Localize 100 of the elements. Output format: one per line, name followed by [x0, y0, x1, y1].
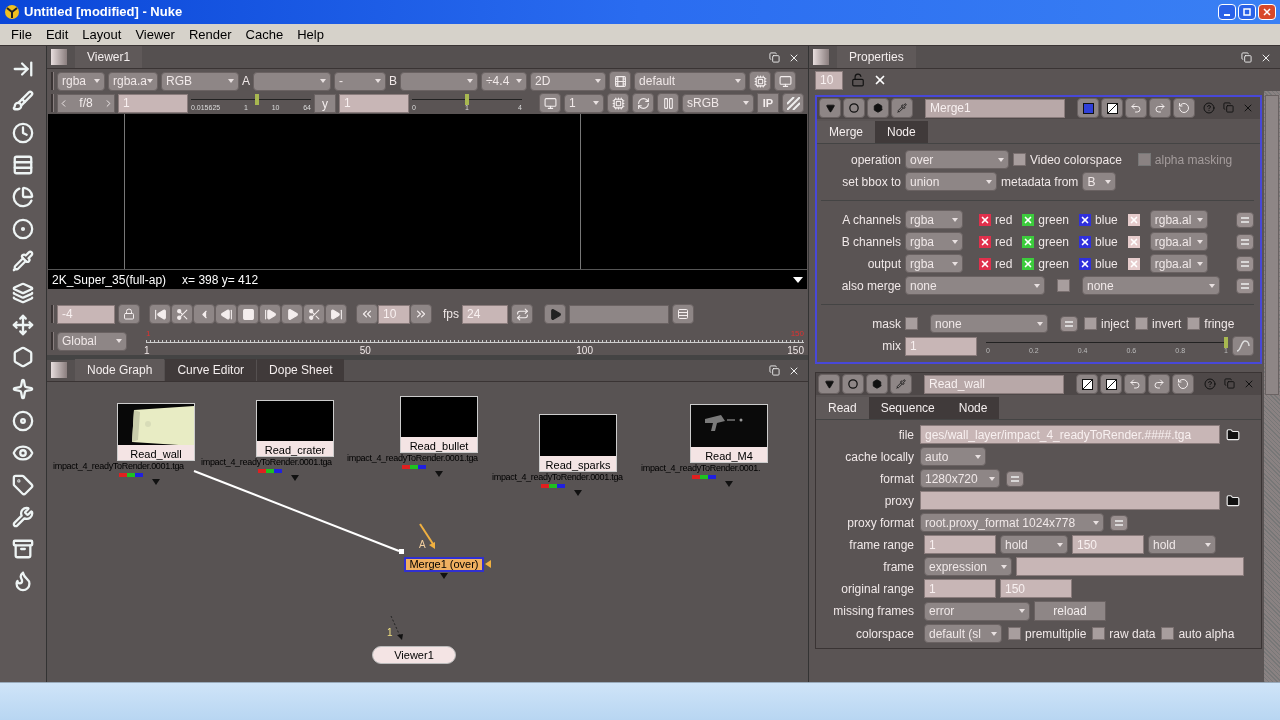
menu-item[interactable]: Render: [181, 24, 239, 45]
redo-button[interactable]: [1149, 98, 1171, 118]
roi-button[interactable]: [749, 71, 772, 91]
color-button[interactable]: [1077, 98, 1099, 118]
menu-item[interactable]: File: [4, 24, 39, 45]
prev-keyframe-button[interactable]: [171, 304, 193, 324]
sparkle-icon[interactable]: [12, 378, 34, 400]
pie-icon[interactable]: [12, 186, 34, 208]
dropdown[interactable]: B: [1082, 172, 1117, 191]
read-node[interactable]: Read_wall: [117, 403, 195, 461]
link-button[interactable]: [1236, 255, 1254, 272]
dropdown[interactable]: RGB: [161, 71, 239, 91]
undo-button[interactable]: [1125, 98, 1147, 118]
panel-handle-icon[interactable]: [51, 49, 67, 65]
dropdown[interactable]: error: [924, 601, 1030, 621]
layers-icon[interactable]: [12, 282, 34, 304]
move-icon[interactable]: [12, 314, 34, 336]
checkbox[interactable]: [1008, 627, 1021, 640]
next-keyframe-button[interactable]: [303, 304, 325, 324]
step-forward-button[interactable]: [259, 304, 281, 324]
checkbox[interactable]: [1161, 627, 1175, 640]
panel-handle-icon[interactable]: [51, 362, 67, 378]
dropdown[interactable]: -: [334, 71, 386, 91]
dropdown[interactable]: none: [905, 276, 1045, 295]
channel-checkbox[interactable]: [1079, 235, 1092, 248]
dropdown[interactable]: none: [930, 314, 1048, 333]
collapse-button[interactable]: [818, 374, 840, 394]
checkbox[interactable]: [1013, 153, 1026, 166]
dropdown[interactable]: 1: [564, 93, 604, 113]
dropdown[interactable]: union: [905, 172, 997, 191]
dropdown[interactable]: rgba: [905, 232, 963, 251]
checkbox[interactable]: [1187, 317, 1201, 330]
tab[interactable]: Node Graph: [75, 359, 165, 381]
panel-handle-icon[interactable]: [813, 49, 829, 65]
tab[interactable]: Sequence: [868, 397, 947, 419]
pipette-icon[interactable]: [12, 250, 34, 272]
tab[interactable]: Node: [946, 397, 1000, 419]
unlock-icon[interactable]: [851, 73, 865, 87]
tab[interactable]: Node: [875, 121, 928, 143]
proxy-button[interactable]: [539, 93, 561, 113]
settings-button[interactable]: [607, 93, 629, 113]
dropdown[interactable]: rgba.a: [108, 71, 158, 91]
ip-button[interactable]: IP: [757, 93, 779, 113]
dropdown[interactable]: 1280x720: [920, 469, 1000, 488]
channel-checkbox[interactable]: [1079, 257, 1092, 270]
channel-checkbox[interactable]: [979, 235, 991, 248]
input-field[interactable]: 10: [815, 70, 843, 90]
gain-button[interactable]: [609, 71, 632, 91]
input-field[interactable]: -4: [57, 304, 115, 324]
dropdown[interactable]: Global: [57, 331, 127, 351]
menu-caret-icon[interactable]: [793, 276, 803, 283]
view-node-button[interactable]: [843, 98, 865, 118]
folder-icon[interactable]: [1226, 493, 1240, 508]
dropdown[interactable]: hold: [1148, 535, 1216, 554]
checkbox[interactable]: [905, 317, 918, 330]
dropdown[interactable]: rgba: [905, 210, 963, 229]
link-button[interactable]: [1236, 233, 1254, 250]
channel-checkbox[interactable]: [1127, 235, 1140, 248]
view-node-button[interactable]: [842, 374, 864, 394]
fast-forward-button[interactable]: [410, 304, 432, 324]
input-field[interactable]: 1: [118, 93, 188, 113]
close-icon[interactable]: [1260, 52, 1272, 64]
tab[interactable]: Read: [816, 397, 869, 419]
input-field[interactable]: [920, 491, 1220, 510]
slider-thumb[interactable]: [1224, 337, 1228, 348]
color-button[interactable]: [1076, 374, 1098, 394]
dropdown[interactable]: rgba.al: [1149, 254, 1208, 273]
loop-button[interactable]: [511, 304, 533, 324]
link-button[interactable]: [1060, 315, 1078, 332]
input-field[interactable]: ges/wall_layer/impact_4_readyToRender.####.tga: [920, 425, 1220, 444]
dropdown[interactable]: rgba.al: [1149, 232, 1208, 251]
minimize-button[interactable]: [1218, 4, 1236, 20]
input-field[interactable]: 150: [1072, 535, 1144, 554]
dropdown[interactable]: sRGB: [682, 93, 754, 113]
plug-button[interactable]: [891, 98, 913, 118]
refresh-button[interactable]: [632, 93, 654, 113]
dotted-circle-icon[interactable]: [12, 218, 34, 240]
input-field[interactable]: 1: [924, 535, 996, 554]
menu-item[interactable]: Layout: [75, 24, 129, 45]
gamma-button[interactable]: y: [314, 93, 336, 113]
node-name-field[interactable]: Merge1: [925, 98, 1065, 118]
input-field[interactable]: 10: [378, 304, 410, 324]
undo-button[interactable]: [1124, 374, 1146, 394]
checkbox[interactable]: [1057, 279, 1070, 292]
dropdown[interactable]: hold: [1000, 535, 1068, 554]
link-button[interactable]: [1236, 211, 1254, 228]
checkbox[interactable]: [1084, 317, 1097, 330]
bug-button[interactable]: [867, 98, 889, 118]
merge-node[interactable]: Merge1 (over): [404, 557, 484, 572]
dropdown[interactable]: default (sl: [924, 624, 1002, 643]
dropdown[interactable]: rgba: [905, 254, 963, 273]
flipbook-button[interactable]: [544, 304, 566, 324]
read-node[interactable]: Read_bullet: [400, 396, 478, 453]
dropdown[interactable]: ÷4.4: [481, 71, 528, 91]
float-icon[interactable]: [1241, 52, 1252, 63]
tag-icon[interactable]: [12, 474, 34, 496]
clock-icon[interactable]: [12, 122, 34, 144]
collapse-button[interactable]: [819, 98, 841, 118]
channel-checkbox[interactable]: [1022, 257, 1035, 270]
dropdown[interactable]: expression: [924, 557, 1012, 576]
